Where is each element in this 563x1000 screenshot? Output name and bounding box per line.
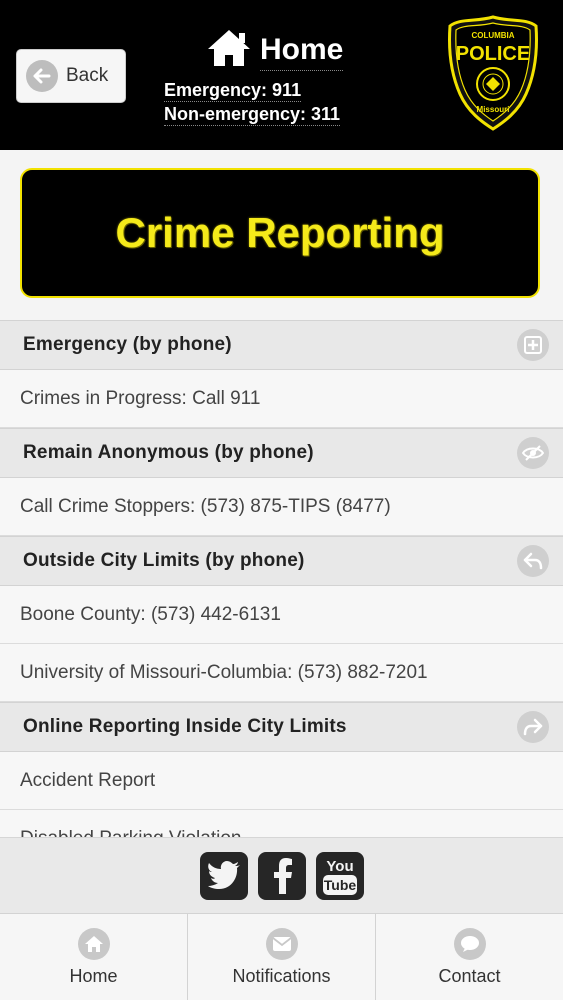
home-icon xyxy=(206,28,252,73)
section-header-outside-city[interactable]: Outside City Limits (by phone) xyxy=(0,536,563,586)
plus-icon xyxy=(517,329,549,361)
list-item-crime-stoppers[interactable]: Call Crime Stoppers: (573) 875-TIPS (847… xyxy=(0,478,563,536)
page-title: Home xyxy=(260,30,344,71)
content-area[interactable]: Crime Reporting Emergency (by phone) Cri… xyxy=(0,150,563,837)
police-badge-logo: COLUMBIA POLICE Missouri xyxy=(448,15,538,131)
list-item-university[interactable]: University of Missouri-Columbia: (573) 8… xyxy=(0,644,563,702)
list-item-boone-county[interactable]: Boone County: (573) 442-6131 xyxy=(0,586,563,644)
home-icon xyxy=(77,927,110,960)
crime-reporting-banner: Crime Reporting xyxy=(20,168,540,298)
banner-title: Crime Reporting xyxy=(115,209,445,256)
app-header: Back Home Emergency: 911 Non-emergency: … xyxy=(0,0,563,150)
non-emergency-number: Non-emergency: 311 xyxy=(164,104,341,126)
section-header-emergency[interactable]: Emergency (by phone) xyxy=(0,320,563,370)
svg-text:COLUMBIA: COLUMBIA xyxy=(471,31,514,40)
back-label: Back xyxy=(66,65,109,86)
header-title-group: Home xyxy=(206,26,356,74)
tab-contact[interactable]: Contact xyxy=(376,914,563,1000)
tab-label: Notifications xyxy=(232,965,331,986)
emergency-number: Emergency: 911 xyxy=(164,80,302,102)
tab-home[interactable]: Home xyxy=(0,914,188,1000)
list-item-crimes-in-progress[interactable]: Crimes in Progress: Call 911 xyxy=(0,370,563,428)
section-header-online-reporting[interactable]: Online Reporting Inside City Limits xyxy=(0,702,563,752)
twitter-icon[interactable] xyxy=(199,851,248,900)
eye-slash-icon xyxy=(517,437,549,469)
envelope-icon xyxy=(265,927,298,960)
tab-notifications[interactable]: Notifications xyxy=(188,914,376,1000)
youtube-icon[interactable]: You Tube xyxy=(315,851,364,900)
bottom-nav: Home Notifications Contact xyxy=(0,913,563,1000)
svg-text:POLICE: POLICE xyxy=(456,43,530,65)
section-header-anonymous[interactable]: Remain Anonymous (by phone) xyxy=(0,428,563,478)
facebook-icon[interactable] xyxy=(257,851,306,900)
back-arrow-icon xyxy=(517,545,549,577)
section-title: Online Reporting Inside City Limits xyxy=(23,716,347,737)
svg-text:You: You xyxy=(326,858,353,875)
forward-arrow-icon xyxy=(517,711,549,743)
section-title: Emergency (by phone) xyxy=(23,334,232,355)
back-button[interactable]: Back xyxy=(16,49,126,103)
list-item-accident-report[interactable]: Accident Report xyxy=(0,752,563,810)
section-title: Outside City Limits (by phone) xyxy=(23,550,305,571)
tab-label: Contact xyxy=(438,965,501,986)
list-item-disabled-parking[interactable]: Disabled Parking Violation xyxy=(0,810,563,837)
reporting-list: Emergency (by phone) Crimes in Progress:… xyxy=(0,320,563,837)
svg-text:Missouri: Missouri xyxy=(477,105,510,114)
chat-bubble-icon xyxy=(453,927,486,960)
social-bar: You Tube xyxy=(0,837,563,913)
arrow-left-icon xyxy=(26,60,58,92)
svg-text:Tube: Tube xyxy=(323,877,356,893)
section-title: Remain Anonymous (by phone) xyxy=(23,442,314,463)
tab-label: Home xyxy=(69,965,118,986)
